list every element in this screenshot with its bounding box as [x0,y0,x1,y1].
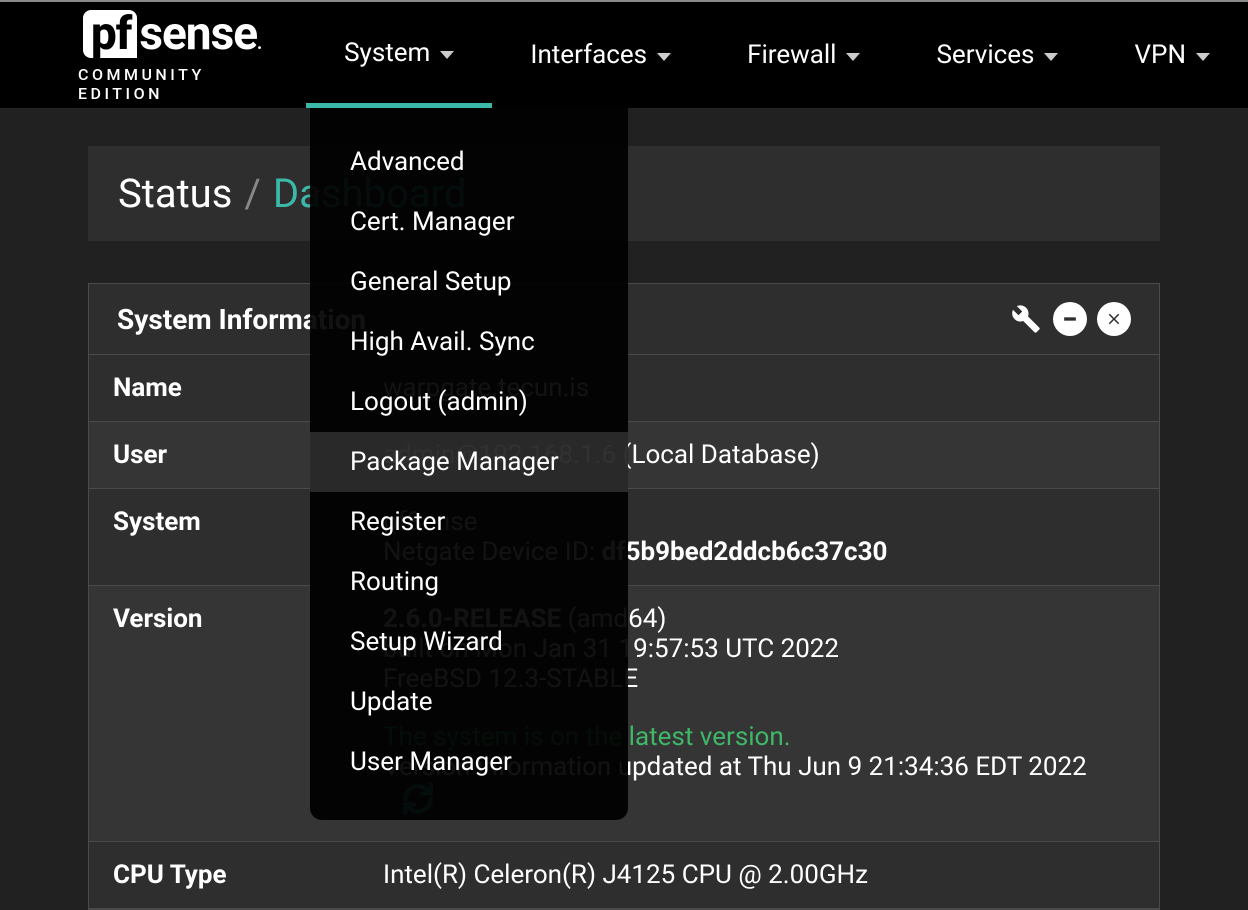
close-icon[interactable] [1097,302,1131,336]
dropdown-item-general-setup[interactable]: General Setup [310,252,628,312]
dropdown-item-setup-wizard[interactable]: Setup Wizard [310,612,628,672]
chevron-down-icon [440,51,454,59]
wrench-icon[interactable] [1009,302,1043,336]
dropdown-item-register[interactable]: Register [310,492,628,552]
dropdown-item-logout-admin-[interactable]: Logout (admin) [310,372,628,432]
nav-services[interactable]: Services [898,2,1096,108]
logo-pf: pf [83,10,137,58]
breadcrumb-root[interactable]: Status [118,170,232,217]
nav-label: Firewall [747,40,836,70]
minimize-icon[interactable] [1053,302,1087,336]
dropdown-item-advanced[interactable]: Advanced [310,132,628,192]
chevron-down-icon [1196,53,1210,61]
system-dropdown: AdvancedCert. ManagerGeneral SetupHigh A… [310,108,628,820]
dropdown-item-routing[interactable]: Routing [310,552,628,612]
nav-vpn[interactable]: VPN [1096,2,1248,108]
logo-subtitle: COMMUNITY EDITION [78,65,266,103]
nav-interfaces[interactable]: Interfaces [492,2,709,108]
chevron-down-icon [846,53,860,61]
nav-label: VPN [1134,40,1186,70]
dropdown-item-package-manager[interactable]: Package Manager [310,432,628,492]
top-navbar: pfsense. COMMUNITY EDITION System Interf… [0,0,1248,108]
table-row: CPU Type Intel(R) Celeron(R) J4125 CPU @… [89,842,1159,909]
dropdown-item-update[interactable]: Update [310,672,628,732]
dropdown-item-high-avail-sync[interactable]: High Avail. Sync [310,312,628,372]
latest-version-link[interactable]: latest version. [629,722,791,752]
breadcrumb-sep: / [244,170,261,217]
nav-menu: System Interfaces Firewall Services VPN [306,2,1248,108]
nav-label: System [344,38,430,68]
nav-system[interactable]: System [306,2,492,108]
dropdown-item-cert-manager[interactable]: Cert. Manager [310,192,628,252]
chevron-down-icon [657,53,671,61]
chevron-down-icon [1044,53,1058,61]
dropdown-item-user-manager[interactable]: User Manager [310,732,628,792]
logo-sense: sense [139,7,257,61]
logo[interactable]: pfsense. COMMUNITY EDITION [78,7,266,103]
row-label: CPU Type [89,842,359,909]
nav-label: Interfaces [530,40,647,70]
nav-firewall[interactable]: Firewall [709,2,898,108]
row-value: Intel(R) Celeron(R) J4125 CPU @ 2.00GHz [359,842,1159,909]
nav-label: Services [936,40,1034,70]
